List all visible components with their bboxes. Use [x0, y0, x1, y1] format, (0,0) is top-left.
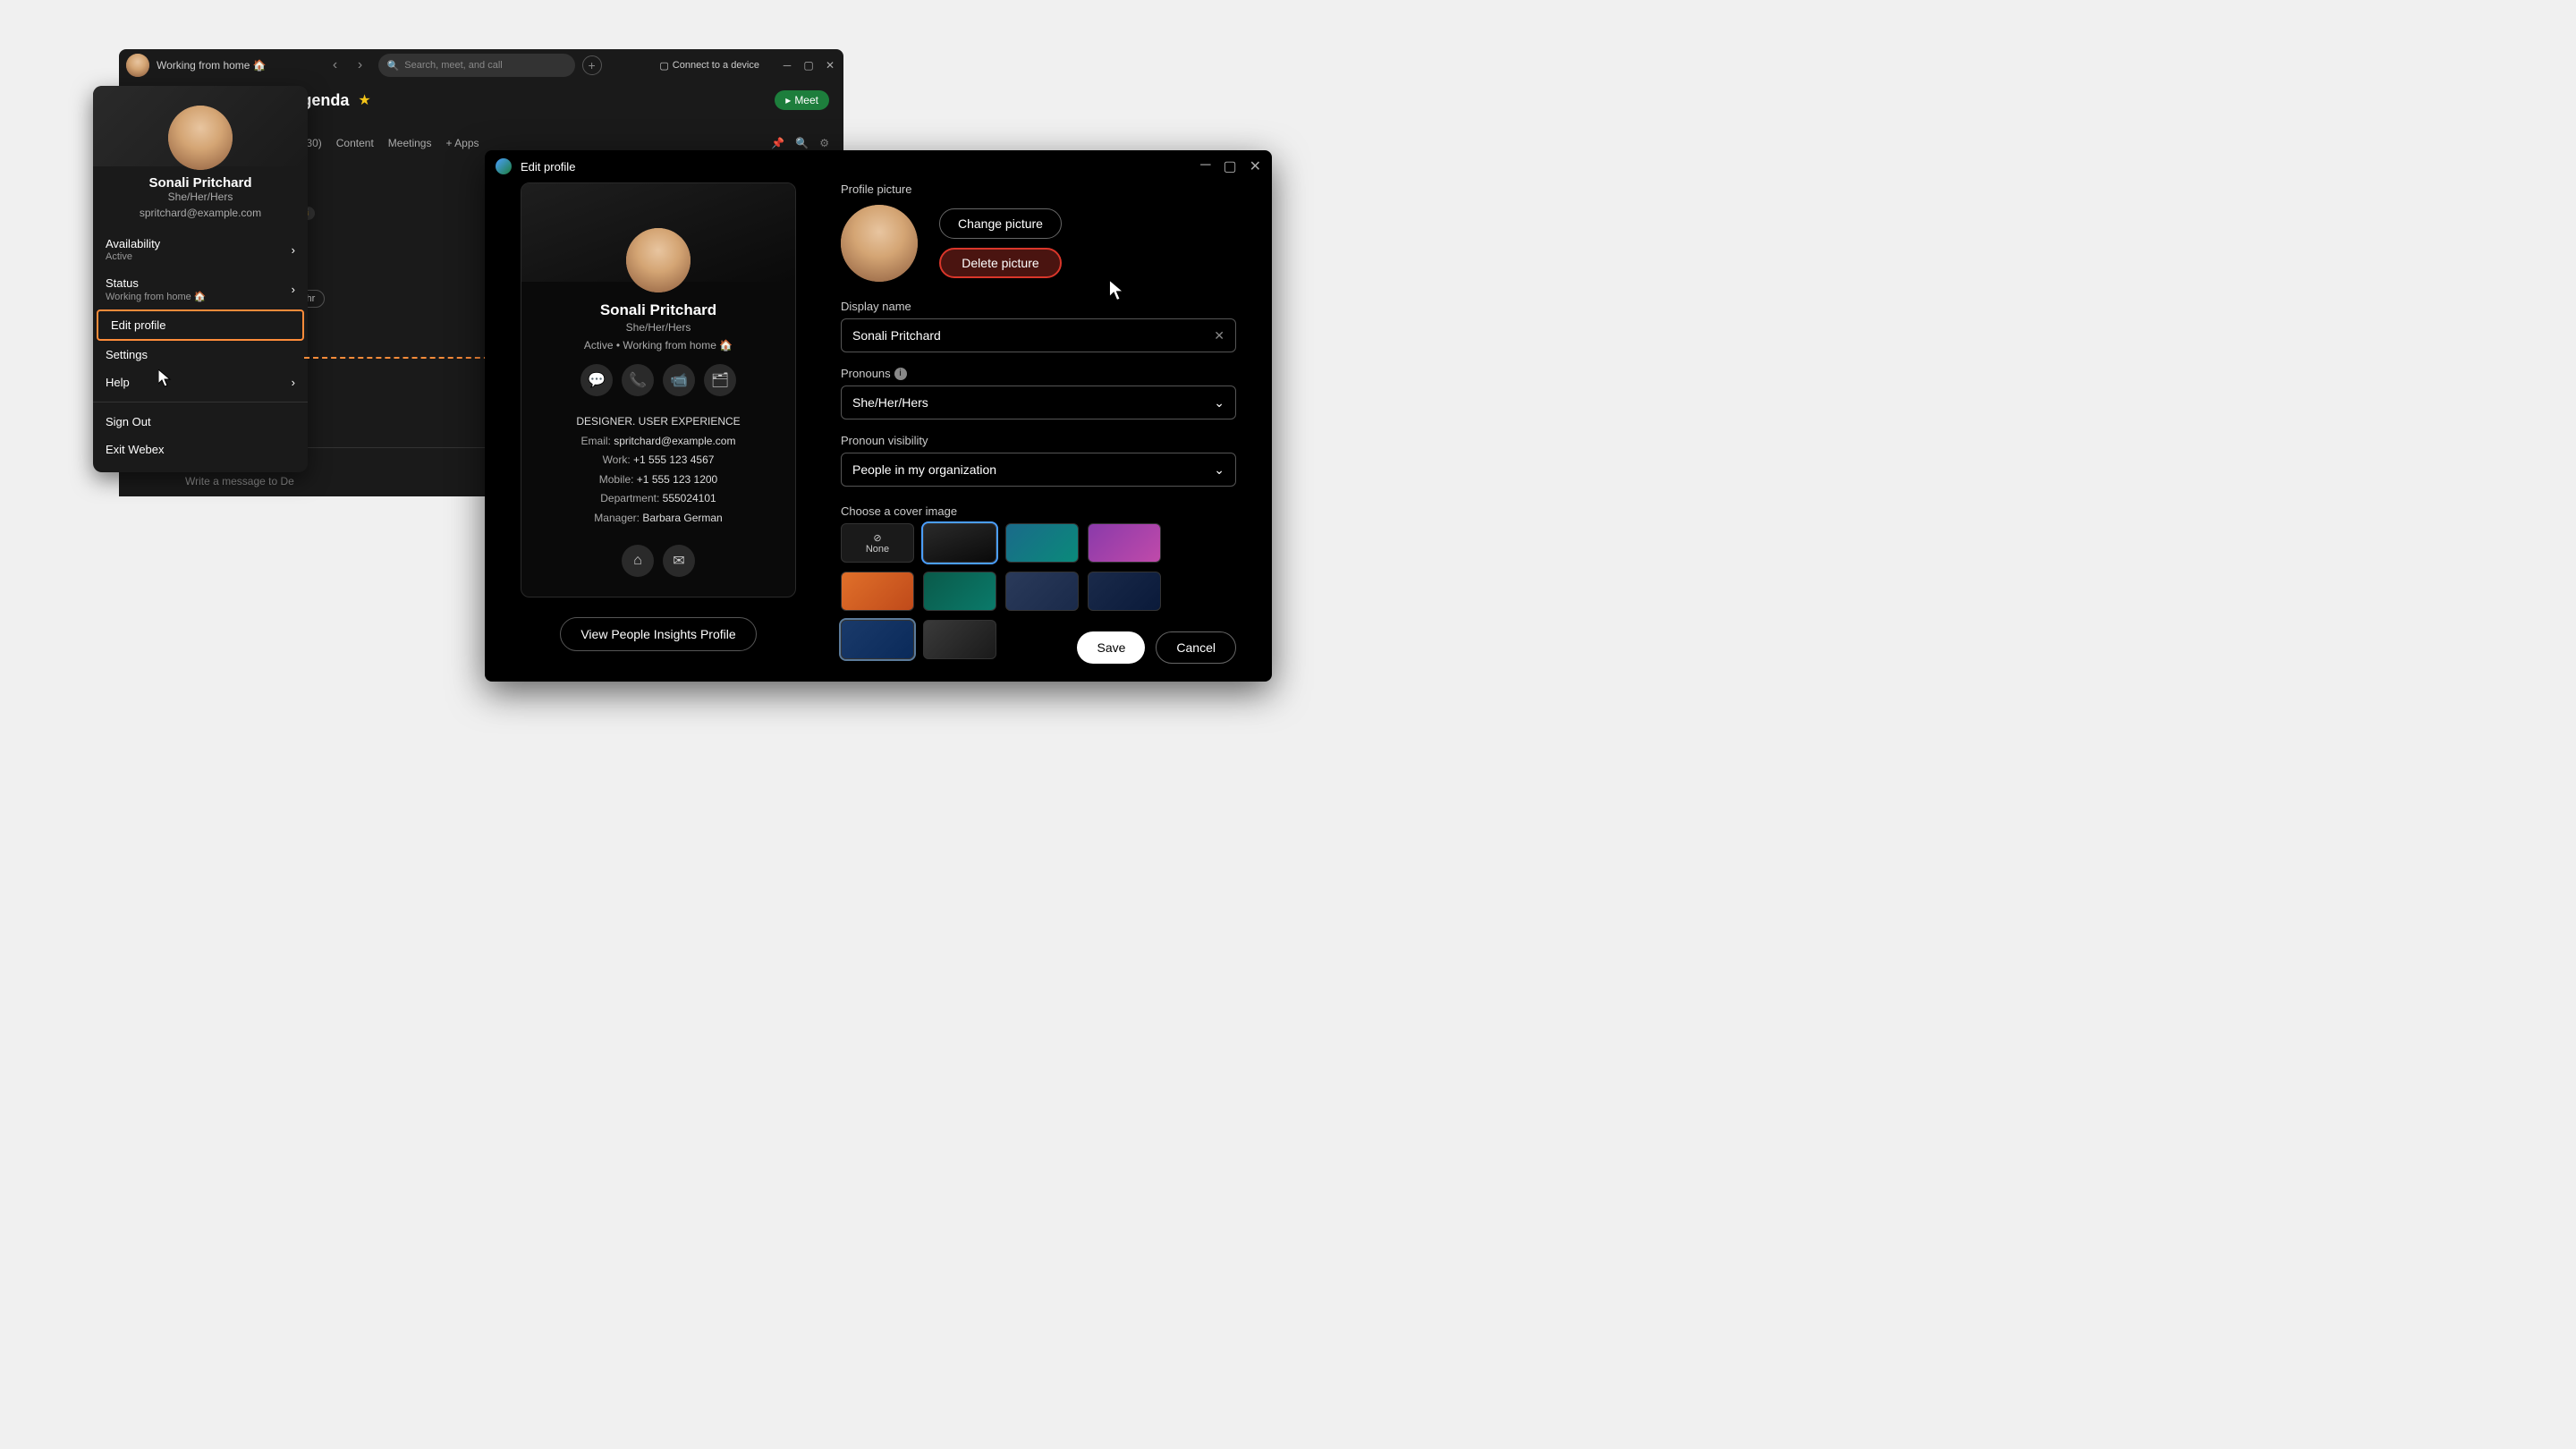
- search-placeholder: Search, meet, and call: [404, 60, 502, 71]
- close-icon[interactable]: ✕: [824, 59, 836, 72]
- tab-meetings[interactable]: Meetings: [388, 133, 432, 153]
- meet-button[interactable]: ▸Meet: [775, 90, 829, 110]
- card-details: DESIGNER. USER EXPERIENCE Email: spritch…: [521, 412, 795, 529]
- cover-option[interactable]: [841, 572, 914, 611]
- cover-label: Choose a cover image: [841, 504, 1236, 518]
- close-icon[interactable]: ✕: [1250, 157, 1261, 175]
- menu-availability[interactable]: AvailabilityActive ›: [93, 230, 308, 269]
- dialog-title: Edit profile: [521, 160, 575, 174]
- tab-apps[interactable]: + Apps: [445, 133, 479, 153]
- device-icon: ▢: [659, 60, 668, 72]
- chevron-right-icon: ›: [292, 243, 295, 257]
- cover-option[interactable]: [923, 620, 996, 659]
- chevron-down-icon: ⌄: [1214, 395, 1224, 411]
- cover-option[interactable]: [1088, 523, 1161, 563]
- save-button[interactable]: Save: [1077, 631, 1145, 664]
- visibility-label: Pronoun visibility: [841, 434, 1236, 447]
- card-name: Sonali Pritchard: [521, 301, 795, 319]
- menu-help[interactable]: Help ›: [93, 369, 308, 396]
- cover-option[interactable]: [841, 620, 914, 659]
- menu-exit[interactable]: Exit Webex: [93, 436, 308, 463]
- pin-icon[interactable]: 📌: [771, 137, 784, 149]
- cover-option[interactable]: [1005, 523, 1079, 563]
- card-icon[interactable]: 🗂: [704, 364, 736, 396]
- maximize-icon[interactable]: ▢: [802, 59, 815, 72]
- search-input[interactable]: 🔍 Search, meet, and call: [378, 54, 575, 77]
- card-pronouns: She/Her/Hers: [521, 321, 795, 334]
- chevron-down-icon: ⌄: [1214, 462, 1224, 478]
- display-name-input[interactable]: Sonali Pritchard ✕: [841, 318, 1236, 352]
- profile-pronouns: She/Her/Hers: [93, 191, 308, 203]
- none-icon: ⊘: [873, 532, 881, 544]
- video-icon: ▸: [785, 94, 791, 106]
- call-icon[interactable]: 📞: [622, 364, 654, 396]
- search-icon[interactable]: 🔍: [795, 137, 809, 149]
- profile-email: spritchard@example.com: [93, 207, 308, 219]
- app-header: Working from home 🏠 ‹ › 🔍 Search, meet, …: [119, 49, 843, 81]
- profile-name: Sonali Pritchard: [93, 175, 308, 191]
- chevron-right-icon: ›: [292, 376, 295, 389]
- menu-edit-profile[interactable]: Edit profile: [97, 309, 304, 341]
- tab-content[interactable]: Content: [336, 133, 374, 153]
- video-icon[interactable]: 📹: [663, 364, 695, 396]
- change-picture-button[interactable]: Change picture: [939, 208, 1062, 239]
- cover-option[interactable]: [1088, 572, 1161, 611]
- clear-icon[interactable]: ✕: [1214, 328, 1224, 343]
- add-button[interactable]: +: [582, 55, 602, 75]
- profile-card-avatar: [626, 228, 691, 292]
- dialog-header: Edit profile ─ ▢ ✕: [485, 150, 1272, 182]
- gear-icon[interactable]: ⚙: [819, 137, 829, 149]
- header-status[interactable]: Working from home 🏠: [157, 59, 267, 72]
- pronouns-label: Pronouns: [841, 367, 891, 380]
- profile-menu-avatar: [168, 106, 233, 170]
- home-icon[interactable]: ⌂: [622, 545, 654, 577]
- pronouns-select[interactable]: She/Her/Hers ⌄: [841, 386, 1236, 419]
- picture-preview: [841, 205, 918, 282]
- profile-preview-column: Sonali Pritchard She/Her/Hers Active • W…: [521, 182, 796, 664]
- profile-menu-cover: [93, 86, 308, 166]
- minimize-icon[interactable]: ─: [1200, 157, 1210, 175]
- favorite-star-icon[interactable]: ★: [358, 91, 370, 109]
- menu-status[interactable]: StatusWorking from home 🏠 ›: [93, 269, 308, 309]
- nav-forward-icon[interactable]: ›: [350, 55, 371, 76]
- search-icon: 🔍: [387, 60, 400, 72]
- chevron-right-icon: ›: [292, 283, 295, 296]
- connect-device-button[interactable]: ▢ Connect to a device: [659, 60, 759, 72]
- cover-none[interactable]: ⊘None: [841, 523, 914, 563]
- cover-option[interactable]: [923, 572, 996, 611]
- delete-picture-button[interactable]: Delete picture: [939, 248, 1062, 278]
- info-icon[interactable]: i: [894, 368, 907, 380]
- insights-button[interactable]: View People Insights Profile: [560, 617, 756, 651]
- cancel-button[interactable]: Cancel: [1156, 631, 1236, 664]
- card-status: Active • Working from home 🏠: [521, 339, 795, 352]
- header-avatar[interactable]: [126, 54, 149, 77]
- menu-sign-out[interactable]: Sign Out: [93, 408, 308, 436]
- webex-logo-icon: [496, 158, 512, 174]
- visibility-select[interactable]: People in my organization ⌄: [841, 453, 1236, 487]
- mail-icon[interactable]: ✉: [663, 545, 695, 577]
- maximize-icon[interactable]: ▢: [1223, 157, 1236, 175]
- menu-settings[interactable]: Settings: [93, 341, 308, 369]
- profile-card-cover: [521, 183, 795, 282]
- nav-back-icon[interactable]: ‹: [325, 55, 346, 76]
- card-role: DESIGNER. USER EXPERIENCE: [521, 412, 795, 432]
- cover-option[interactable]: [1005, 572, 1079, 611]
- profile-menu: Sonali Pritchard She/Her/Hers spritchard…: [93, 86, 308, 472]
- minimize-icon[interactable]: ─: [781, 59, 793, 72]
- edit-form-column: Profile picture Change picture Delete pi…: [841, 182, 1236, 664]
- profile-card: Sonali Pritchard She/Her/Hers Active • W…: [521, 182, 796, 597]
- edit-profile-dialog: Edit profile ─ ▢ ✕ Sonali Pritchard She/…: [485, 150, 1272, 682]
- display-name-label: Display name: [841, 300, 1236, 313]
- profile-picture-label: Profile picture: [841, 182, 1236, 196]
- chat-icon[interactable]: 💬: [580, 364, 613, 396]
- cover-option[interactable]: [923, 523, 996, 563]
